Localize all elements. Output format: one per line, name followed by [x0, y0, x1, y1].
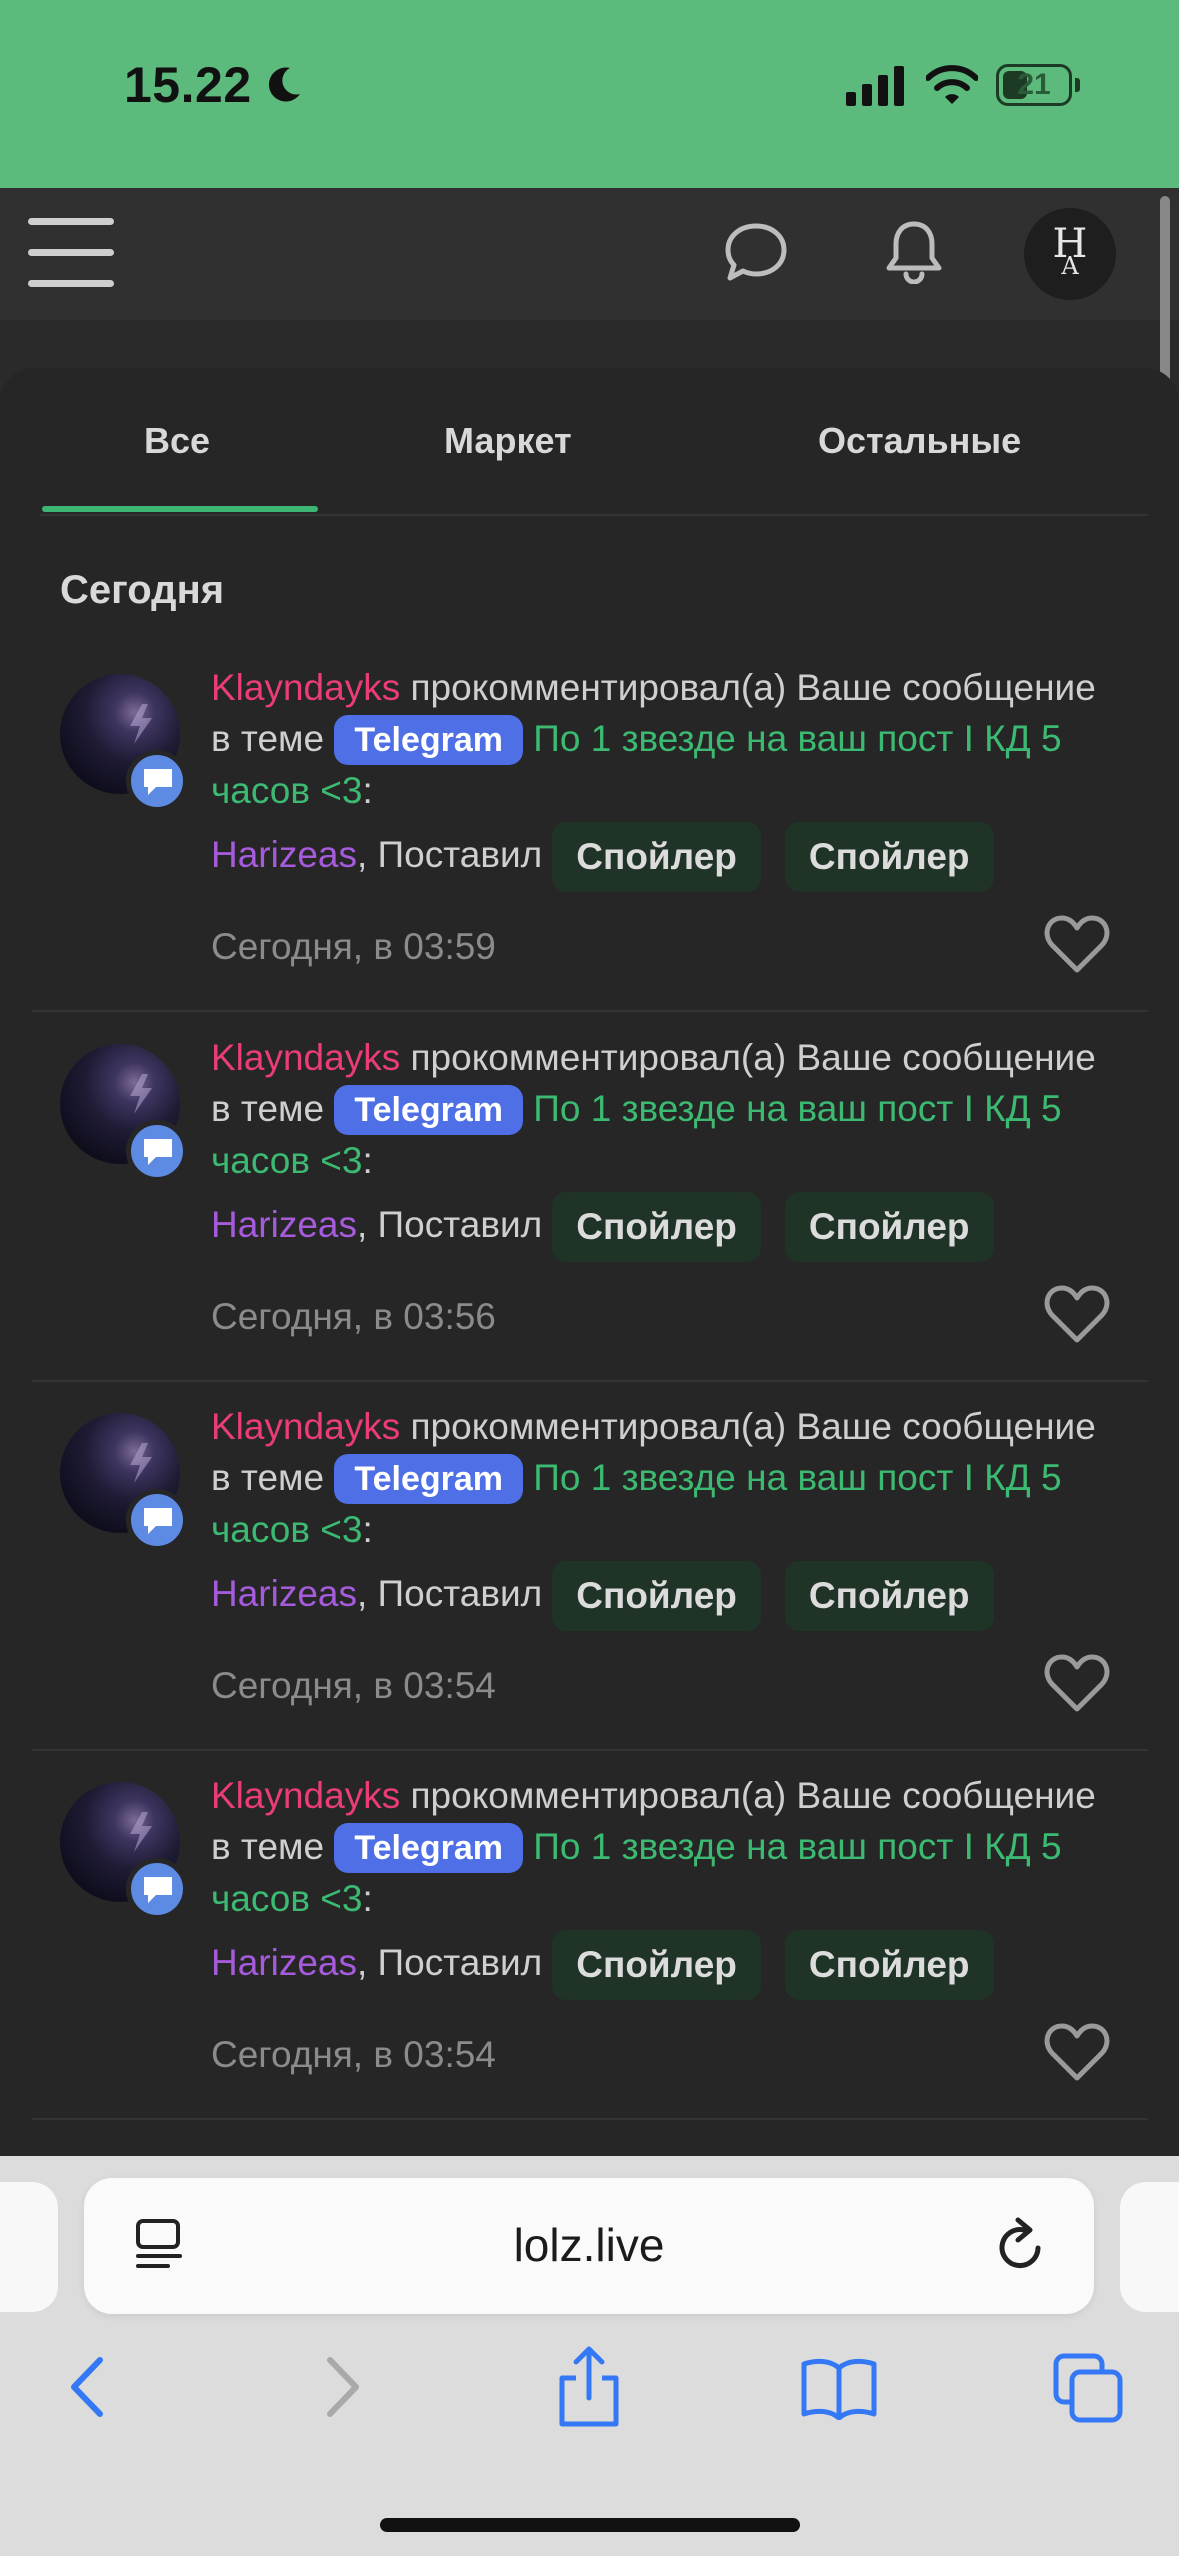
- notification-item[interactable]: Klayndayks прокомментировал(а) Ваше сооб…: [32, 642, 1148, 1012]
- username-link[interactable]: Klayndayks: [211, 1775, 400, 1816]
- bookmarks-icon[interactable]: [800, 2356, 878, 2420]
- notification-item[interactable]: Klayndayks прокомментировал(а) Ваше сооб…: [32, 1381, 1148, 1751]
- notification-time: Сегодня, в 03:59: [211, 926, 496, 967]
- notification-text: Klayndayks прокомментировал(а) Ваше сооб…: [211, 1032, 1111, 1263]
- tab-market[interactable]: Маркет: [444, 420, 572, 462]
- username-link[interactable]: Klayndayks: [211, 667, 400, 708]
- notification-time: Сегодня, в 03:56: [211, 1296, 496, 1337]
- tab-bar: Все Маркет Остальные: [40, 368, 1148, 516]
- top-navigation: H A: [0, 188, 1179, 320]
- notifications-panel: Все Маркет Остальные Сегодня Klayndayks …: [0, 368, 1179, 2168]
- moon-icon: [268, 67, 300, 102]
- comment-text: , Поставил: [357, 834, 543, 875]
- spoiler-button[interactable]: Спойлер: [784, 822, 994, 893]
- tag-badge[interactable]: Telegram: [334, 1454, 523, 1504]
- next-tab-card[interactable]: [1120, 2182, 1179, 2312]
- comment-text: , Поставил: [357, 1942, 543, 1983]
- tag-badge[interactable]: Telegram: [334, 1823, 523, 1873]
- spoiler-button[interactable]: Спойлер: [784, 1192, 994, 1263]
- active-tab-indicator: [42, 506, 318, 512]
- spoiler-button[interactable]: Спойлер: [784, 1561, 994, 1632]
- previous-tab-card[interactable]: [0, 2182, 58, 2312]
- comment-text: , Поставил: [357, 1204, 543, 1245]
- spoiler-button[interactable]: Спойлер: [552, 1930, 761, 2001]
- status-time: 15.22: [124, 57, 252, 113]
- comment-badge-icon: [126, 1858, 188, 1920]
- address-bar[interactable]: lolz.live: [84, 2178, 1094, 2314]
- tab-all[interactable]: Все: [144, 420, 210, 462]
- notification-text: Klayndayks прокомментировал(а) Ваше сооб…: [211, 1401, 1111, 1632]
- commenter-link[interactable]: Harizeas: [211, 1942, 357, 1983]
- battery-icon: 21: [996, 64, 1072, 106]
- tag-badge[interactable]: Telegram: [334, 1085, 523, 1135]
- notification-time: Сегодня, в 03:54: [211, 2034, 496, 2075]
- username-link[interactable]: Klayndayks: [211, 1037, 400, 1078]
- username-link[interactable]: Klayndayks: [211, 1406, 400, 1447]
- reload-icon[interactable]: [994, 2216, 1050, 2276]
- comment-badge-icon: [126, 1489, 188, 1551]
- notification-time: Сегодня, в 03:54: [211, 1665, 496, 1706]
- cellular-signal-icon: [846, 66, 904, 106]
- back-icon[interactable]: [62, 2352, 112, 2422]
- tabs-icon[interactable]: [1052, 2352, 1124, 2424]
- commenter-link[interactable]: Harizeas: [211, 834, 357, 875]
- notification-text: Klayndayks прокомментировал(а) Ваше сооб…: [211, 662, 1111, 893]
- notification-text: Klayndayks прокомментировал(а) Ваше сооб…: [211, 1770, 1111, 2001]
- menu-icon[interactable]: [28, 218, 114, 288]
- chat-bubble-icon[interactable]: [724, 222, 788, 284]
- comment-badge-icon: [126, 750, 188, 812]
- wifi-icon: [926, 65, 978, 104]
- heart-icon[interactable]: [1044, 1284, 1110, 1344]
- forward-icon[interactable]: [318, 2352, 368, 2422]
- notification-item[interactable]: Klayndayks прокомментировал(а) Ваше сооб…: [32, 1750, 1148, 2120]
- tag-badge[interactable]: Telegram: [334, 715, 523, 765]
- spoiler-button[interactable]: Спойлер: [552, 822, 761, 893]
- tab-other[interactable]: Остальные: [818, 420, 1021, 462]
- spoiler-button[interactable]: Спойлер: [552, 1192, 761, 1263]
- commenter-link[interactable]: Harizeas: [211, 1573, 357, 1614]
- spoiler-button[interactable]: Спойлер: [784, 1930, 994, 2001]
- home-indicator[interactable]: [380, 2518, 800, 2532]
- browser-toolbar: lolz.live: [0, 2156, 1179, 2556]
- section-title: Сегодня: [60, 568, 225, 612]
- heart-icon[interactable]: [1044, 914, 1110, 974]
- heart-icon[interactable]: [1044, 1653, 1110, 1713]
- heart-icon[interactable]: [1044, 2022, 1110, 2082]
- commenter-link[interactable]: Harizeas: [211, 1204, 357, 1245]
- share-icon[interactable]: [554, 2344, 624, 2428]
- comment-text: , Поставил: [357, 1573, 543, 1614]
- bell-icon[interactable]: [884, 218, 944, 284]
- spoiler-button[interactable]: Спойлер: [552, 1561, 761, 1632]
- url-text[interactable]: lolz.live: [84, 2218, 1094, 2272]
- battery-level: 21: [1017, 68, 1051, 101]
- comment-badge-icon: [126, 1120, 188, 1182]
- user-avatar[interactable]: H A: [1024, 208, 1116, 300]
- status-bar: 15.22 21: [0, 0, 1179, 188]
- notification-item[interactable]: Klayndayks прокомментировал(а) Ваше сооб…: [32, 1012, 1148, 1382]
